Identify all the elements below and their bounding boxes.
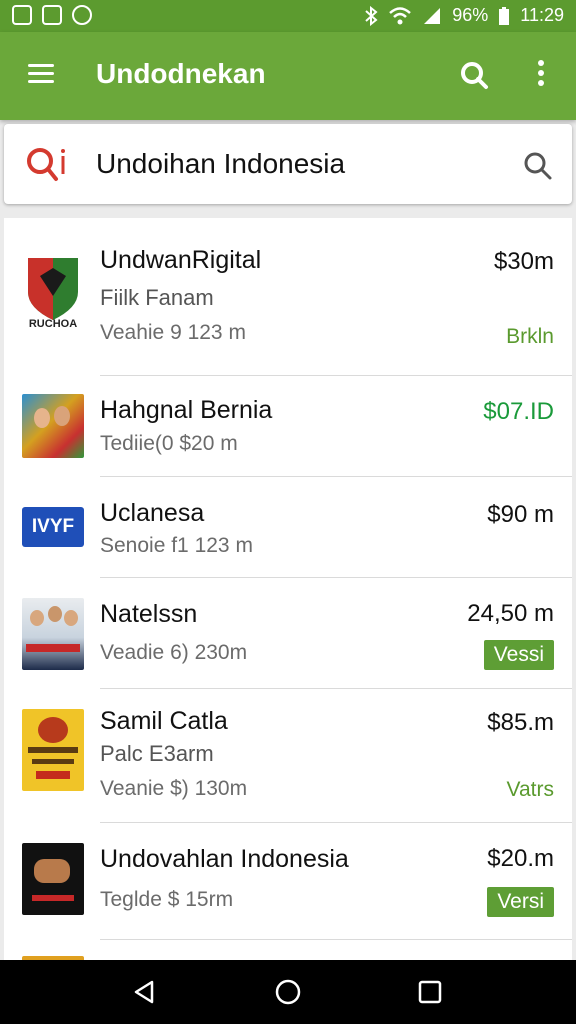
item-name: Hahgnal Bernia: [100, 396, 273, 424]
item-meta: Senoie f1 123 m: [100, 534, 253, 557]
home-icon[interactable]: [272, 976, 304, 1008]
battery-percent: 96%: [452, 5, 489, 25]
app-title: Undodnekan: [96, 58, 266, 89]
list-item[interactable]: [4, 940, 572, 960]
list-item[interactable]: Natelssn Veadie 6) 230m 24,50 m Vessi: [4, 578, 572, 688]
bluetooth-icon: [365, 5, 378, 26]
thumbnail-label: IVYF: [31, 516, 75, 537]
list-item[interactable]: RUCHOA UndwanRigital Fiilk Fanam Veahie …: [4, 218, 572, 375]
item-meta: Teglde $ 15rm: [100, 888, 234, 911]
menu-icon[interactable]: [28, 64, 54, 84]
list-item[interactable]: Undovahlan Indonesia Teglde $ 15rm $20.m…: [4, 823, 572, 939]
item-price: $30m: [493, 248, 554, 275]
item-price: $85.m: [487, 709, 554, 736]
version-badge[interactable]: Vessi: [483, 640, 554, 670]
item-thumbnail: [22, 843, 84, 915]
item-meta: Veanie $) 130m: [100, 777, 248, 800]
navigation-bar: [0, 960, 576, 1024]
results-list: RUCHOA UndwanRigital Fiilk Fanam Veahie …: [4, 218, 572, 960]
app-bar: Undodnekan: [0, 32, 576, 120]
list-item[interactable]: Samil Catla Palc E3arm Veanie $) 130m $8…: [4, 689, 572, 822]
wifi-icon: [389, 6, 412, 24]
item-name: Natelssn: [100, 600, 198, 628]
item-thumbnail: [22, 598, 84, 670]
item-price: $20.m: [487, 845, 554, 872]
recents-icon[interactable]: [414, 976, 446, 1008]
item-tag: Brkln: [506, 325, 554, 348]
overflow-menu-icon[interactable]: [536, 60, 546, 90]
item-meta: Tediie(0 $20 m: [100, 432, 238, 455]
cloud-notification-icon: [42, 5, 62, 25]
version-badge[interactable]: Versi: [487, 887, 554, 917]
gallery-notification-icon: [12, 5, 32, 25]
list-item[interactable]: IVYF Uclanesa Senoie f1 123 m $90 m: [4, 477, 572, 577]
item-name: Samil Catla: [100, 707, 228, 735]
item-price: $07.ID: [483, 398, 554, 425]
item-thumbnail: RUCHOA: [22, 254, 84, 338]
item-name: Undovahlan Indonesia: [100, 845, 349, 873]
item-meta: Veadie 6) 230m: [100, 641, 248, 664]
item-name: UndwanRigital: [100, 246, 262, 274]
signal-icon: [424, 7, 441, 24]
item-thumbnail: IVYF: [22, 507, 84, 547]
search-bar[interactable]: Undoihan Indonesia: [4, 124, 572, 204]
item-subtitle: Palc E3arm: [100, 741, 214, 766]
back-icon[interactable]: [128, 976, 160, 1008]
item-name: Uclanesa: [100, 499, 205, 527]
clock: 11:29: [520, 5, 564, 25]
search-logo-icon: [27, 148, 65, 181]
item-tag: Vatrs: [506, 778, 554, 801]
search-icon[interactable]: [458, 59, 490, 91]
item-subtitle: Fiilk Fanam: [100, 285, 214, 310]
battery-icon: [499, 6, 510, 25]
search-query[interactable]: Undoihan Indonesia: [96, 148, 345, 180]
sync-notification-icon: [72, 5, 92, 25]
status-bar: 96% 11:29: [0, 0, 576, 32]
item-meta: Veahie 9 123 m: [100, 321, 246, 344]
item-price: 24,50 m: [467, 600, 554, 627]
item-thumbnail: [22, 394, 84, 458]
thumbnail-label: RUCHOA: [28, 318, 78, 330]
search-icon[interactable]: [522, 150, 554, 182]
item-price: $90 m: [487, 501, 554, 528]
item-thumbnail: [22, 709, 84, 791]
list-item[interactable]: Hahgnal Bernia Tediie(0 $20 m $07.ID: [4, 376, 572, 476]
